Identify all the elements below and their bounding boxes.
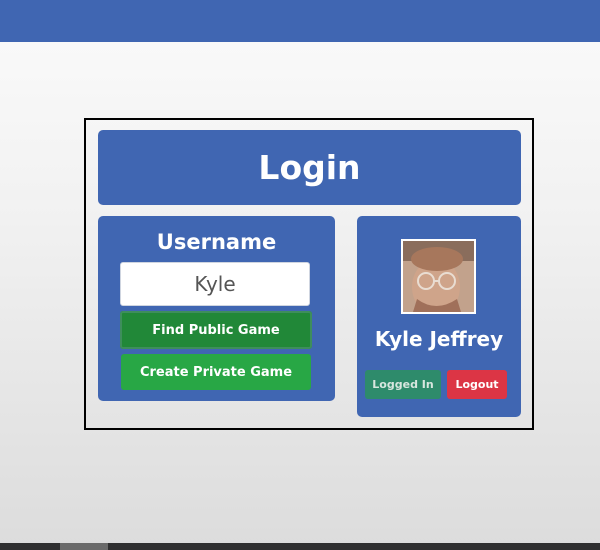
profile-card: Kyle Jeffrey Logged In Logout xyxy=(357,216,521,417)
username-input[interactable] xyxy=(120,262,310,306)
avatar xyxy=(401,239,476,314)
username-card: Username Find Public Game Create Private… xyxy=(98,216,335,401)
find-public-game-button[interactable]: Find Public Game xyxy=(120,311,312,349)
profile-name: Kyle Jeffrey xyxy=(374,327,504,351)
page-title: Login xyxy=(98,130,521,205)
username-label: Username xyxy=(156,230,277,254)
login-title: Login xyxy=(258,148,361,187)
top-nav-bar xyxy=(0,0,600,42)
logout-button[interactable]: Logout xyxy=(447,370,507,399)
bottom-taskbar xyxy=(0,543,600,550)
logged-in-status-button[interactable]: Logged In xyxy=(365,370,441,399)
user-photo-icon xyxy=(403,241,474,312)
taskbar-item[interactable] xyxy=(60,543,108,550)
create-private-game-button[interactable]: Create Private Game xyxy=(121,354,311,390)
